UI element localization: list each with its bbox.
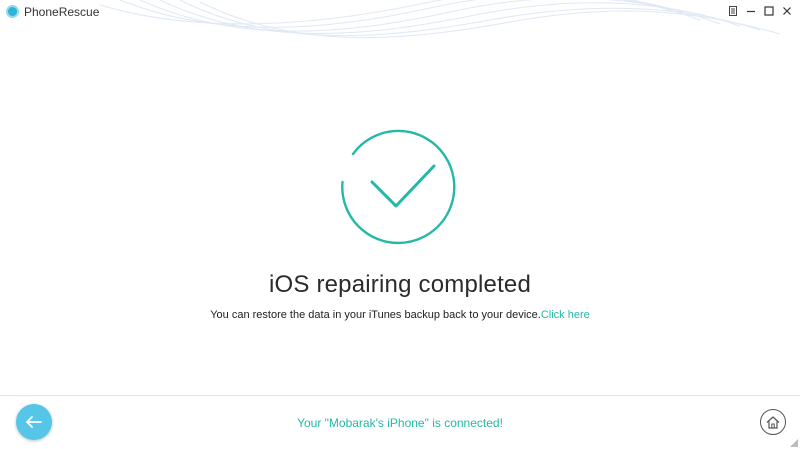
home-icon xyxy=(766,415,780,429)
restore-message-text: You can restore the data in your iTunes … xyxy=(210,309,541,321)
resize-grip-icon[interactable] xyxy=(790,439,798,447)
home-button[interactable] xyxy=(760,409,786,435)
app-window: PhoneRescue iOS repairing completed You … xyxy=(0,0,800,449)
connection-status: Your "Mobarak's iPhone" is connected! xyxy=(297,416,503,430)
window-controls xyxy=(726,4,794,18)
close-icon[interactable] xyxy=(780,4,794,18)
phonerescue-logo-icon xyxy=(6,5,19,18)
click-here-link[interactable]: Click here xyxy=(541,309,590,321)
maximize-icon[interactable] xyxy=(762,4,776,18)
minimize-icon[interactable] xyxy=(744,4,758,18)
restore-message: You can restore the data in your iTunes … xyxy=(0,308,800,322)
check-circle-icon xyxy=(341,129,456,245)
title-bar: PhoneRescue xyxy=(0,0,800,24)
menu-icon[interactable] xyxy=(726,4,740,18)
app-title: PhoneRescue xyxy=(24,5,100,19)
footer-divider xyxy=(0,395,800,396)
completion-headline: iOS repairing completed xyxy=(268,271,532,298)
